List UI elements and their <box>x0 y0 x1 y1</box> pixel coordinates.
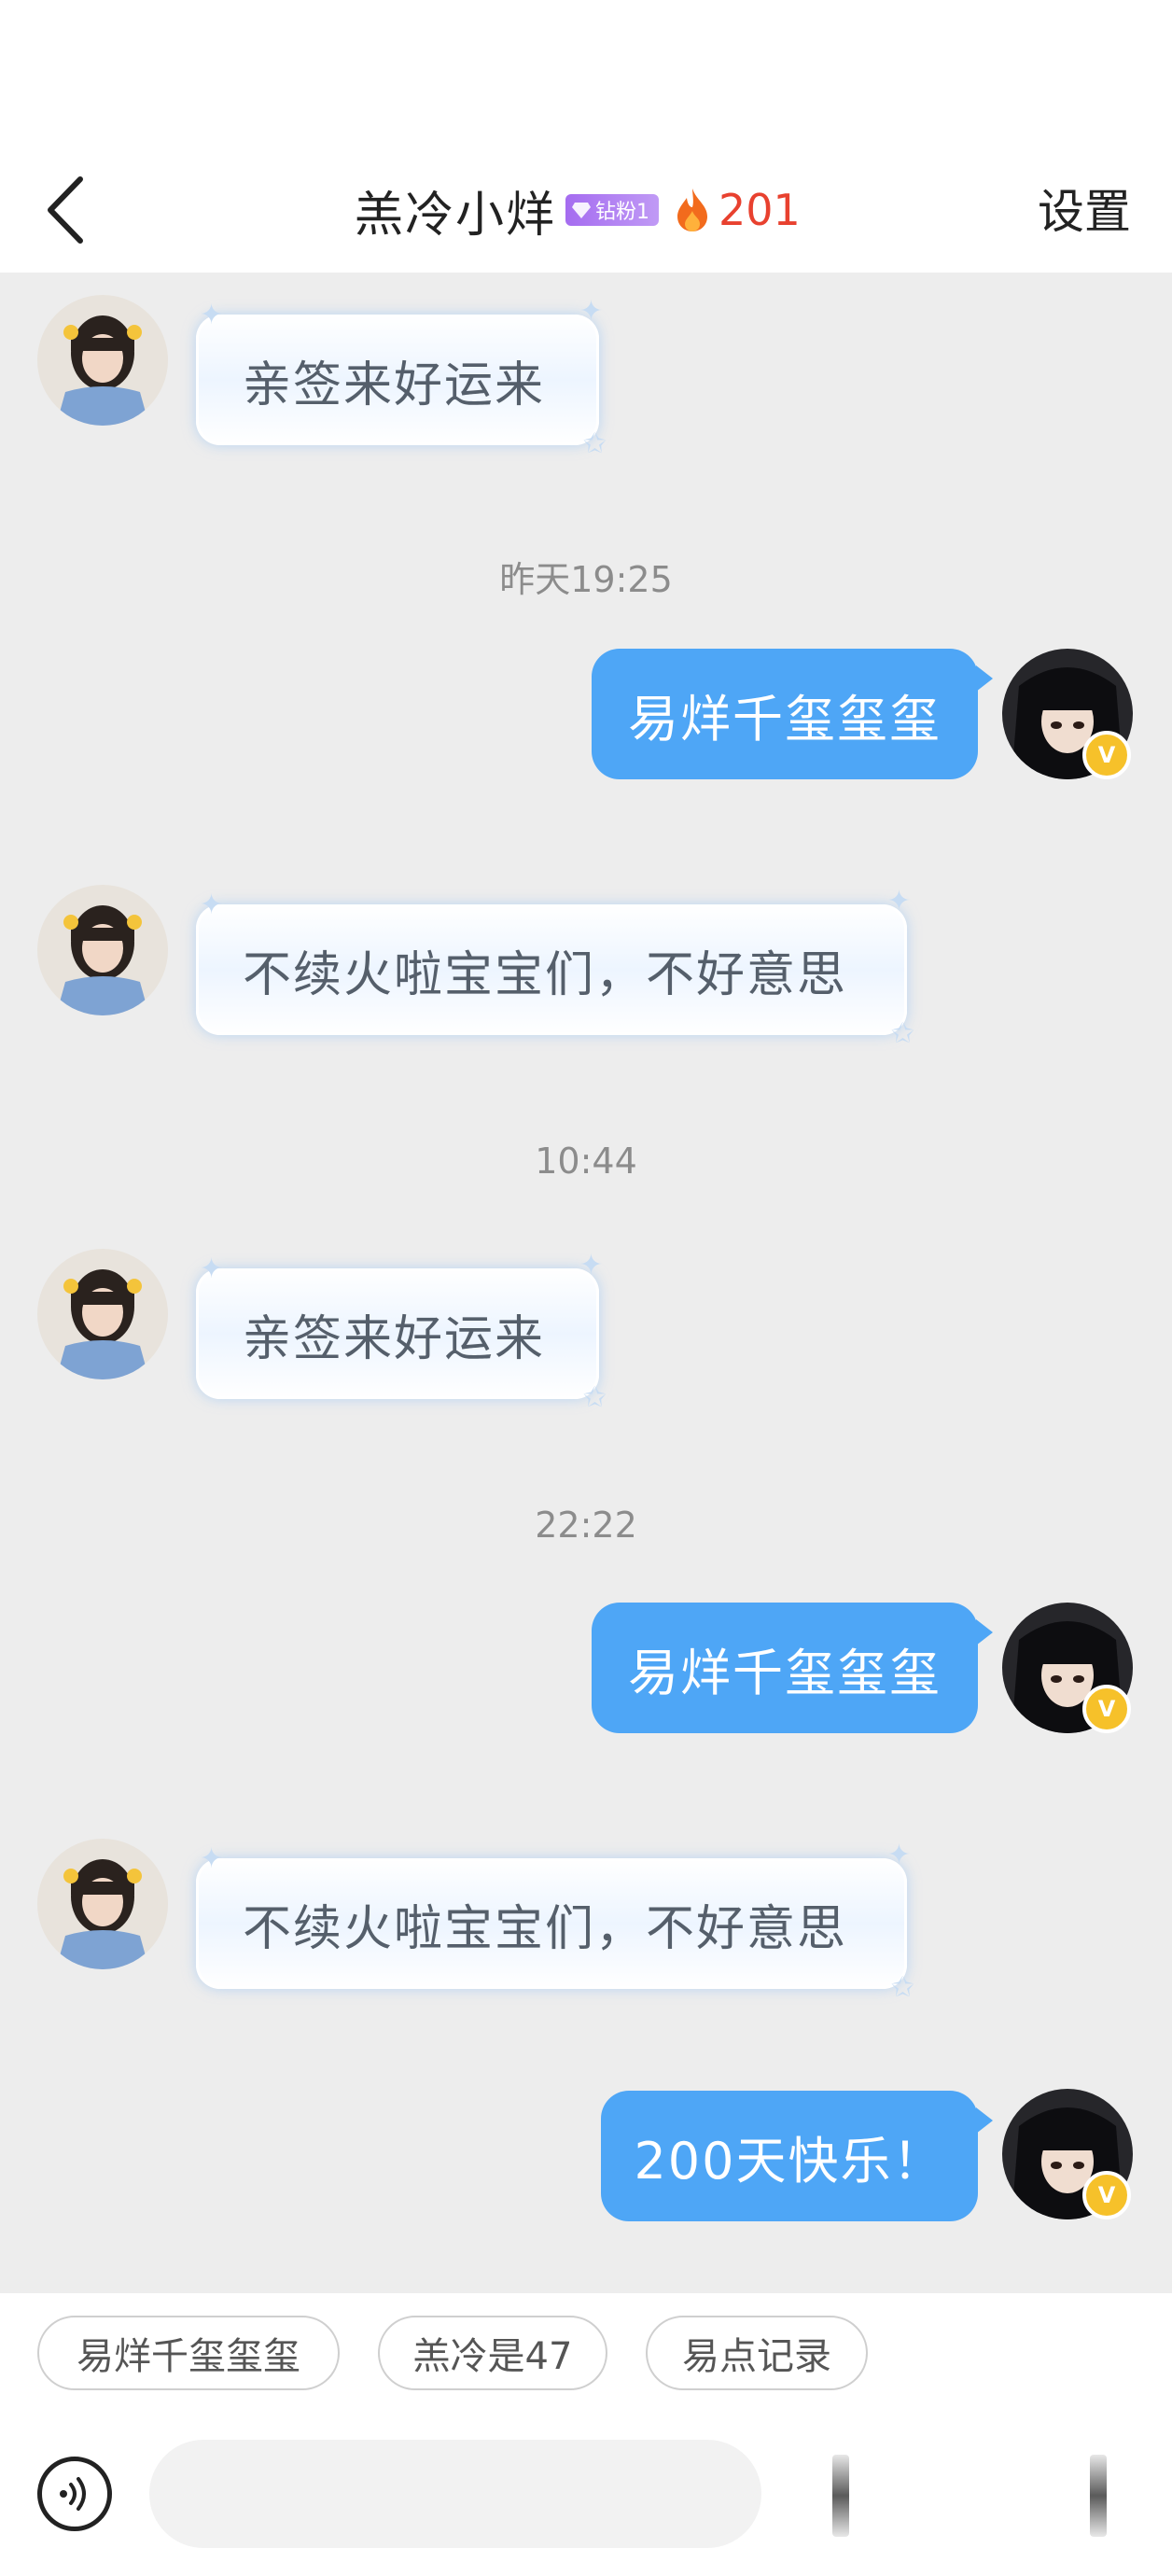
sparkle-icon: ✦ <box>579 1249 605 1281</box>
sparkle-icon: ✦ <box>200 889 226 921</box>
streak-count: 201 <box>719 185 801 235</box>
voice-wave-icon <box>60 2477 86 2511</box>
sender-avatar[interactable] <box>37 885 168 1015</box>
timestamp: 22:22 <box>535 1505 637 1546</box>
sparkle-icon: ✦ <box>579 295 605 328</box>
message-bubble-received[interactable]: 亲签来好运来 ✦ ✦ ✩ <box>196 1252 607 1412</box>
star-icon: ✩ <box>582 1381 608 1414</box>
message-text: 易烊千玺玺玺 <box>628 1643 942 1702</box>
fan-level-badge: 钻粉1 <box>565 194 660 226</box>
sender-avatar[interactable] <box>37 1839 168 1969</box>
message-text: 亲签来好运来 <box>243 1310 546 1367</box>
back-button[interactable] <box>28 168 112 252</box>
sender-avatar[interactable] <box>37 295 168 426</box>
fan-badge-label: 钻粉1 <box>595 201 650 224</box>
sparkle-icon: ✦ <box>200 1253 226 1285</box>
voice-button[interactable] <box>37 2457 112 2531</box>
emoji-button[interactable] <box>832 2455 849 2537</box>
timestamp: 昨天19:25 <box>499 559 673 600</box>
settings-button[interactable]: 设置 <box>1038 172 1131 252</box>
page-title: 羔冷小烊 <box>355 187 557 244</box>
message-bubble-received[interactable]: 不续火啦宝宝们，不好意思 ✦ ✦ ✩ <box>196 888 914 1048</box>
status-bar-area <box>0 0 1172 149</box>
message-text: 易烊千玺玺玺 <box>628 689 942 749</box>
message-text: 亲签来好运来 <box>243 357 546 413</box>
flame-icon <box>677 189 708 231</box>
quick-reply-chip[interactable]: 易点记录 <box>646 2316 868 2390</box>
message-bubble-sent[interactable]: 易烊千玺玺玺 <box>592 1603 993 1733</box>
verified-v-icon: V <box>1082 1685 1131 1733</box>
diamond-icon <box>572 203 592 218</box>
star-icon: ✩ <box>582 427 608 460</box>
message-list[interactable]: 亲签来好运来 ✦ ✦ ✩ 昨天19:25 易烊千玺玺玺 V 不续火啦宝宝们，不好… <box>0 273 1172 2293</box>
message-input[interactable] <box>149 2440 761 2548</box>
sparkle-icon: ✦ <box>200 1842 226 1875</box>
sparkle-icon: ✦ <box>200 299 226 331</box>
message-bubble-received[interactable]: 亲签来好运来 ✦ ✦ ✩ <box>196 298 607 458</box>
streak: 201 <box>674 185 801 235</box>
sparkle-icon: ✦ <box>886 885 913 917</box>
quick-reply-chip[interactable]: 易烊千玺玺玺 <box>37 2316 340 2390</box>
timestamp: 10:44 <box>535 1141 637 1182</box>
star-icon: ✩ <box>890 1017 916 1050</box>
verified-v-icon: V <box>1082 731 1131 779</box>
message-input-bar <box>0 2419 1172 2576</box>
message-bubble-sent[interactable]: 易烊千玺玺玺 <box>592 649 993 779</box>
message-text: 不续火啦宝宝们，不好意思 <box>243 946 848 1003</box>
message-bubble-sent[interactable]: 200天快乐！ <box>601 2091 993 2221</box>
message-text: 不续火啦宝宝们，不好意思 <box>243 1900 848 1957</box>
chat-header: 羔冷小烊 钻粉1 201 设置 <box>0 149 1172 273</box>
message-bubble-received[interactable]: 不续火啦宝宝们，不好意思 ✦ ✦ ✩ <box>196 1841 914 2002</box>
more-button[interactable] <box>1090 2455 1107 2537</box>
verified-v-icon: V <box>1082 2171 1131 2219</box>
sender-avatar[interactable] <box>37 1249 168 1379</box>
star-icon: ✩ <box>890 1971 916 2004</box>
quick-reply-chip[interactable]: 羔冷是47 <box>378 2316 607 2390</box>
quick-reply-bar: 易烊千玺玺玺 羔冷是47 易点记录 <box>0 2293 1172 2419</box>
sparkle-icon: ✦ <box>886 1839 913 1871</box>
chevron-left-icon <box>48 176 83 244</box>
title-group: 羔冷小烊 钻粉1 201 <box>355 170 801 250</box>
message-text: 200天快乐！ <box>634 2131 945 2191</box>
